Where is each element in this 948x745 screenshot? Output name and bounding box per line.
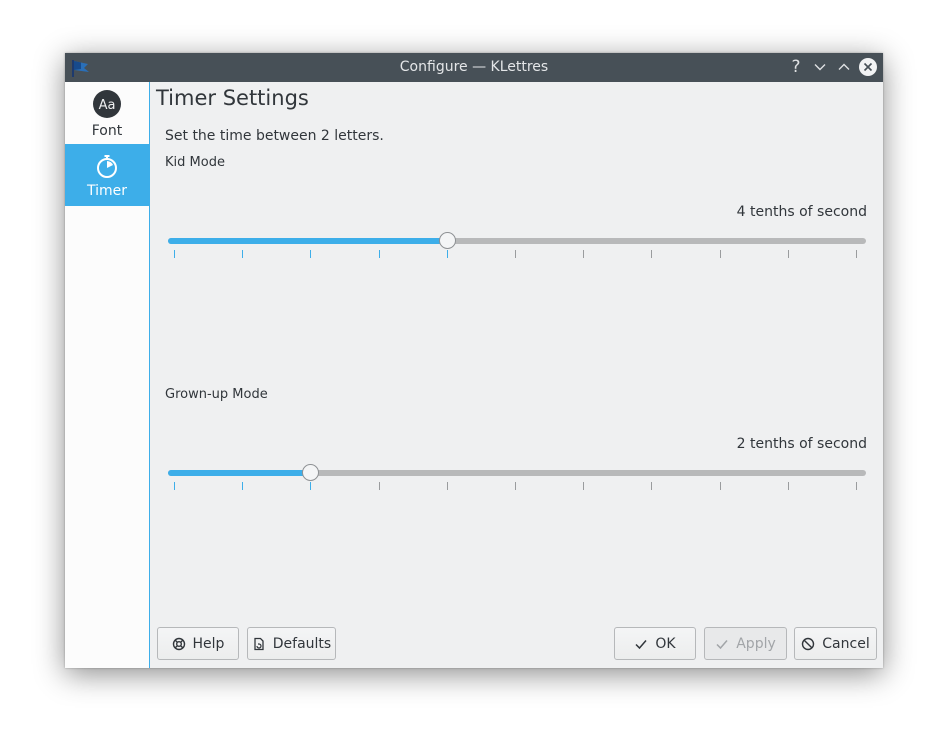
slider-tick bbox=[515, 482, 516, 490]
slider-tick bbox=[515, 250, 516, 258]
slider-tick bbox=[447, 482, 448, 490]
slider-tick bbox=[310, 250, 311, 258]
sidebar-item-timer[interactable]: Timer bbox=[65, 144, 149, 206]
slider-tick bbox=[788, 482, 789, 490]
sidebar-item-font[interactable]: Aa Font bbox=[65, 82, 149, 144]
minimize-button[interactable] bbox=[810, 57, 830, 77]
cancel-icon bbox=[802, 637, 815, 650]
slider-tick bbox=[651, 250, 652, 258]
slider-tick bbox=[379, 250, 380, 258]
kid-mode-value: 4 tenths of second bbox=[736, 204, 867, 220]
ok-button-label: OK bbox=[655, 635, 676, 652]
defaults-button[interactable]: Defaults bbox=[247, 627, 336, 660]
slider-tick bbox=[174, 482, 175, 490]
cancel-button-label: Cancel bbox=[822, 635, 870, 652]
grownup-mode-label: Grown-up Mode bbox=[165, 387, 268, 402]
slider-tick bbox=[242, 250, 243, 258]
checkmark-icon bbox=[635, 639, 647, 649]
sidebar-item-label: Font bbox=[91, 123, 123, 139]
apply-button[interactable]: Apply bbox=[704, 627, 787, 660]
maximize-button[interactable] bbox=[834, 57, 854, 77]
kid-mode-label: Kid Mode bbox=[165, 155, 225, 170]
font-icon: Aa bbox=[92, 89, 122, 119]
slider-tick bbox=[856, 250, 857, 258]
context-help-button[interactable]: ? bbox=[786, 57, 806, 77]
slider-tick bbox=[242, 482, 243, 490]
slider-fill bbox=[168, 238, 447, 244]
grownup-mode-value: 2 tenths of second bbox=[736, 436, 867, 452]
slider-tick bbox=[583, 250, 584, 258]
slider-tick bbox=[310, 482, 311, 490]
slider-tick bbox=[720, 482, 721, 490]
slider-handle[interactable] bbox=[302, 464, 319, 481]
defaults-button-label: Defaults bbox=[272, 635, 332, 652]
grownup-mode-slider[interactable] bbox=[166, 461, 868, 501]
slider-tick bbox=[788, 250, 789, 258]
chevron-up-icon bbox=[838, 63, 850, 70]
slider-tick bbox=[856, 482, 857, 490]
checkmark-icon bbox=[716, 639, 728, 649]
slider-tick bbox=[720, 250, 721, 258]
cancel-button[interactable]: Cancel bbox=[794, 627, 877, 660]
ok-button[interactable]: OK bbox=[614, 627, 696, 660]
title-bar[interactable]: Configure — KLettres ? bbox=[65, 53, 883, 82]
slider-tick bbox=[379, 482, 380, 490]
configure-dialog: Configure — KLettres ? Aa Font Timer Tim… bbox=[65, 53, 883, 668]
help-button-label: Help bbox=[192, 635, 225, 652]
slider-tick bbox=[583, 482, 584, 490]
timer-settings-page: Timer Settings Set the time between 2 le… bbox=[150, 82, 883, 668]
slider-tick bbox=[447, 250, 448, 258]
font-icon-text: Aa bbox=[99, 98, 116, 113]
slider-fill bbox=[168, 470, 311, 476]
close-button[interactable] bbox=[858, 57, 878, 77]
slider-tick bbox=[651, 482, 652, 490]
kid-mode-slider[interactable] bbox=[166, 229, 868, 269]
lifebuoy-icon bbox=[172, 637, 185, 650]
apply-button-label: Apply bbox=[736, 635, 776, 652]
help-button[interactable]: Help bbox=[157, 627, 239, 660]
page-description: Set the time between 2 letters. bbox=[165, 128, 384, 144]
chevron-down-icon bbox=[814, 64, 826, 71]
help-glyph: ? bbox=[791, 57, 801, 77]
page-sidebar: Aa Font Timer bbox=[65, 82, 150, 668]
sidebar-item-label: Timer bbox=[86, 183, 128, 199]
document-revert-icon bbox=[254, 637, 264, 650]
timer-icon bbox=[92, 151, 122, 181]
slider-tick bbox=[174, 250, 175, 258]
page-title: Timer Settings bbox=[156, 86, 309, 110]
slider-handle[interactable] bbox=[439, 232, 456, 249]
close-icon bbox=[859, 58, 877, 76]
window-title: Configure — KLettres bbox=[399, 59, 549, 75]
